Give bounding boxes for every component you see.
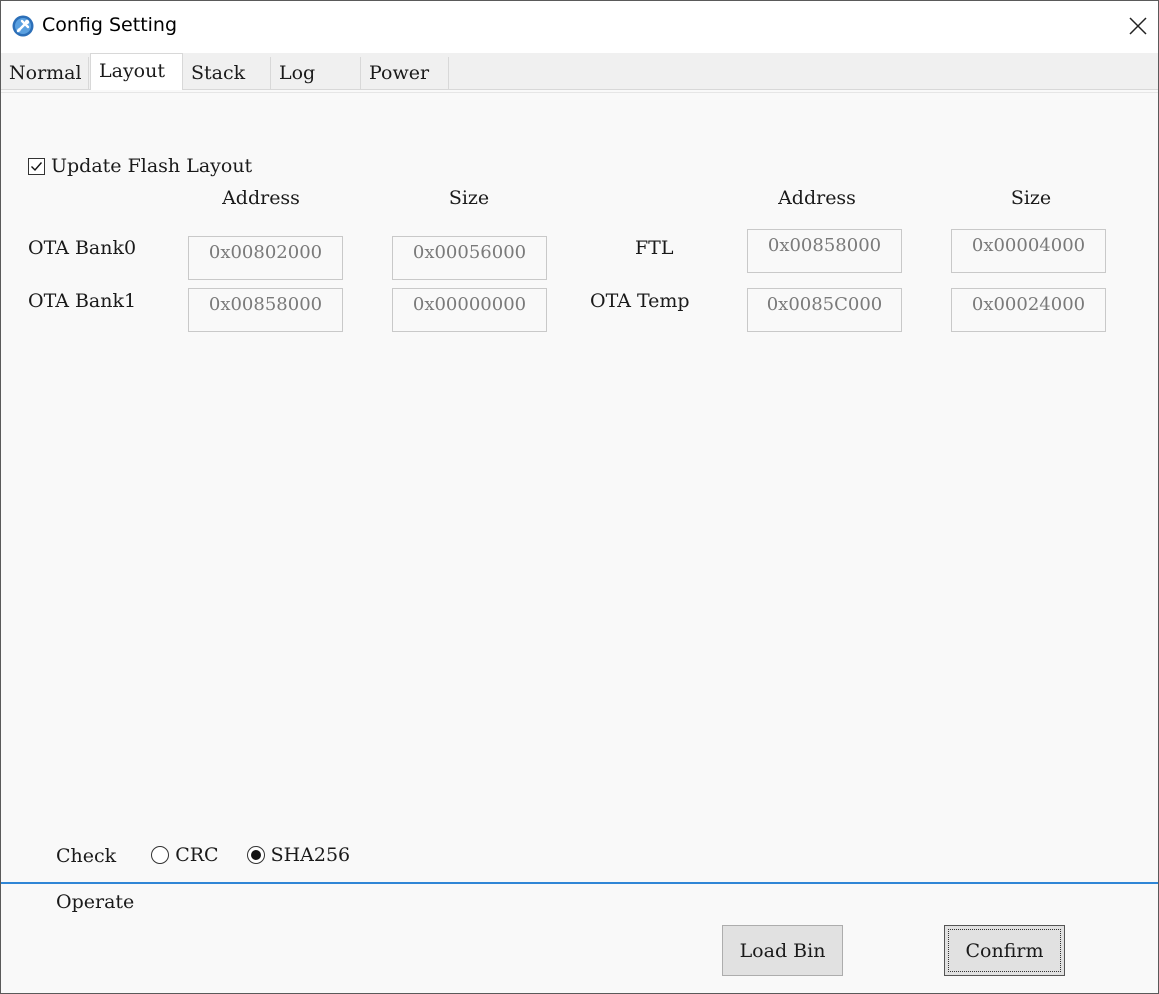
ota-bank0-size-field[interactable]: 0x00056000 — [392, 236, 547, 280]
row-label-ota-temp: OTA Temp — [590, 290, 690, 312]
header-address-left: Address — [222, 187, 300, 209]
config-setting-window: Config Setting Normal Layout Stack Log P… — [0, 0, 1159, 994]
sha256-label: SHA256 — [270, 844, 351, 866]
sha256-option[interactable]: SHA256 — [246, 844, 351, 866]
tab-normal[interactable]: Normal — [1, 57, 89, 89]
crc-label: CRC — [175, 844, 219, 866]
section-divider — [1, 882, 1158, 884]
title-bar: Config Setting — [1, 1, 1158, 53]
close-button[interactable] — [1119, 7, 1157, 45]
update-flash-layout-row[interactable]: Update Flash Layout — [28, 155, 252, 177]
check-label: Check — [56, 845, 117, 867]
tab-log[interactable]: Log — [271, 57, 361, 89]
check-radio-group: Check CRC SHA256 — [56, 843, 350, 867]
row-label-ota-bank1: OTA Bank1 — [28, 290, 137, 312]
confirm-button[interactable]: Confirm — [944, 925, 1065, 976]
ota-bank1-size-field[interactable]: 0x00000000 — [392, 288, 547, 332]
header-address-right: Address — [778, 187, 856, 209]
ftl-address-field[interactable]: 0x00858000 — [747, 229, 902, 273]
row-label-ftl: FTL — [635, 237, 674, 259]
crc-radio[interactable] — [151, 846, 170, 864]
update-flash-layout-checkbox[interactable] — [28, 157, 45, 175]
checkmark-icon — [31, 161, 43, 171]
header-size-right: Size — [1010, 187, 1052, 209]
update-flash-layout-label: Update Flash Layout — [51, 155, 253, 177]
header-size-left: Size — [448, 187, 490, 209]
tab-divider-inner — [1, 92, 1158, 93]
row-label-ota-bank0: OTA Bank0 — [28, 237, 137, 259]
ota-bank0-address-field[interactable]: 0x00802000 — [188, 236, 343, 280]
tab-strip: Normal Layout Stack Log Power — [1, 53, 1158, 90]
tab-stack[interactable]: Stack — [183, 57, 271, 89]
window-title: Config Setting — [42, 14, 178, 36]
ota-temp-size-field[interactable]: 0x00024000 — [951, 288, 1106, 332]
crc-option[interactable]: CRC — [151, 844, 219, 866]
close-icon — [1129, 17, 1147, 35]
radio-selected-dot — [250, 850, 261, 860]
ftl-size-field[interactable]: 0x00004000 — [951, 229, 1106, 273]
tab-layout[interactable]: Layout — [90, 53, 183, 90]
operate-label: Operate — [56, 891, 135, 913]
tab-power[interactable]: Power — [361, 57, 449, 89]
ota-temp-address-field[interactable]: 0x0085C000 — [747, 288, 902, 332]
ota-bank1-address-field[interactable]: 0x00858000 — [188, 288, 343, 332]
load-bin-button[interactable]: Load Bin — [722, 925, 843, 976]
sha256-radio[interactable] — [246, 846, 265, 864]
app-gear-icon — [12, 15, 34, 37]
